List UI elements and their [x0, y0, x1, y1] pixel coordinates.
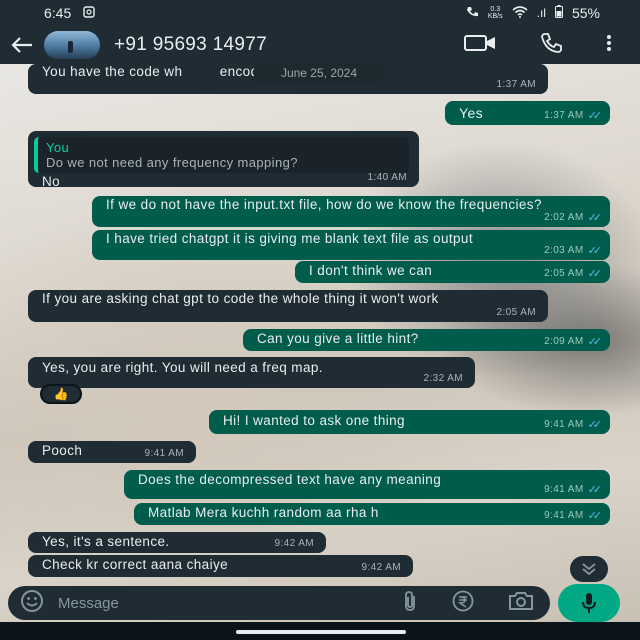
net-speed-unit: KB/s — [487, 13, 503, 20]
battery-percent: 55% — [571, 5, 600, 21]
date-chip: June 25, 2024 — [254, 64, 384, 82]
camera-button[interactable] — [508, 591, 534, 616]
composer-bar — [8, 586, 550, 620]
message-text: Check kr correct aana chaiye — [42, 557, 229, 572]
payment-icon — [452, 590, 474, 611]
message-input[interactable] — [58, 594, 318, 612]
mic-icon — [582, 593, 596, 613]
voice-call-button[interactable] — [540, 32, 562, 59]
message-time: 2:09 AM — [544, 336, 584, 347]
status-time: 6:45 — [44, 5, 72, 21]
home-gesture-handle[interactable] — [236, 630, 406, 634]
read-receipt-icon: ✓✓ — [587, 212, 603, 224]
message-text: If we do not have the input.txt file, ho… — [106, 197, 542, 212]
message-bubble[interactable]: Yes 1:37 AM ✓✓ — [445, 101, 610, 125]
message-time: 2:02 AM — [544, 212, 584, 223]
message-text: Yes, you are right. You will need a freq… — [42, 360, 323, 375]
net-speed: 0.3 KB/s — [488, 6, 503, 20]
more-options-icon — [607, 34, 611, 51]
back-arrow-icon — [11, 37, 32, 53]
double-chevron-down-icon — [582, 563, 596, 576]
more-options-button[interactable] — [606, 34, 612, 57]
message-bubble[interactable]: Pooch 9:41 AM — [28, 441, 196, 463]
message-time: 2:32 AM — [423, 373, 463, 384]
notification-icon — [83, 5, 95, 21]
message-time: 2:03 AM — [544, 245, 584, 256]
message-time: 9:41 AM — [544, 484, 584, 495]
signal-icon: .ıl — [536, 6, 546, 20]
read-receipt-icon: ✓✓ — [587, 484, 603, 496]
message-time: 2:05 AM — [496, 307, 536, 318]
message-time: 9:41 AM — [544, 510, 584, 521]
payment-button[interactable] — [452, 590, 474, 617]
message-text: Does the decompressed text have any mean… — [138, 472, 442, 487]
quoted-text: Do we not need any frequency mapping? — [46, 155, 298, 170]
contact-name[interactable]: +91 95693 14977 — [114, 34, 267, 56]
message-time: 2:05 AM — [544, 268, 584, 279]
video-call-icon — [464, 34, 495, 51]
message-time: 9:41 AM — [544, 419, 584, 430]
chat-header: +91 95693 14977 — [0, 26, 640, 64]
phone-icon — [541, 32, 562, 53]
message-bubble[interactable]: Matlab Mera kuchh random aa rha h 9:41 A… — [134, 503, 610, 525]
message-bubble[interactable]: Yes, you are right. You will need a freq… — [28, 357, 475, 388]
wifi-icon — [512, 5, 528, 21]
message-bubble[interactable]: I don't think we can 2:05 AM ✓✓ — [295, 261, 610, 283]
read-receipt-icon: ✓✓ — [587, 110, 603, 122]
message-bubble[interactable]: If you are asking chat gpt to code the w… — [28, 290, 548, 322]
message-bubble[interactable]: If we do not have the input.txt file, ho… — [92, 196, 610, 227]
message-time: 9:42 AM — [274, 538, 314, 549]
message-bubble[interactable]: Does the decompressed text have any mean… — [124, 470, 610, 499]
message-bubble[interactable]: Check kr correct aana chaiye 9:42 AM — [28, 555, 413, 577]
camera-icon — [509, 591, 533, 610]
read-receipt-icon: ✓✓ — [587, 336, 603, 348]
read-receipt-icon: ✓✓ — [587, 510, 603, 522]
message-bubble[interactable]: I have tried chatgpt it is giving me bla… — [92, 230, 610, 260]
system-nav-bar — [0, 622, 640, 640]
battery-icon — [554, 5, 563, 21]
voice-message-button[interactable] — [558, 584, 620, 622]
read-receipt-icon: ✓✓ — [587, 268, 603, 280]
message-bubble[interactable]: Can you give a little hint? 2:09 AM ✓✓ — [243, 329, 610, 351]
message-bubble[interactable]: Hi! I wanted to ask one thing 9:41 AM ✓✓ — [209, 410, 610, 434]
quoted-message[interactable]: You Do we not need any frequency mapping… — [34, 137, 409, 173]
emoji-button[interactable] — [20, 589, 44, 618]
attach-button[interactable] — [402, 590, 418, 617]
message-text: Matlab Mera kuchh random aa rha h — [148, 505, 379, 520]
thumbs-up-icon: 👍 — [53, 387, 69, 401]
emoji-icon — [21, 589, 43, 612]
message-bubble[interactable]: Yes, it's a sentence. 9:42 AM — [28, 532, 326, 553]
message-text: If you are asking chat gpt to code the w… — [42, 291, 439, 306]
message-time: 9:41 AM — [144, 448, 184, 459]
read-receipt-icon: ✓✓ — [587, 419, 603, 431]
attach-icon — [405, 590, 415, 611]
net-speed-value: 0.3 — [490, 6, 501, 13]
reaction-badge[interactable]: 👍 — [40, 384, 82, 404]
back-button[interactable] — [0, 36, 44, 54]
message-time: 1:40 AM — [367, 172, 407, 183]
message-time: 1:37 AM — [544, 110, 584, 121]
message-text: No — [42, 174, 61, 189]
scroll-to-bottom-button[interactable] — [570, 556, 608, 582]
video-call-button[interactable] — [464, 34, 496, 57]
quoted-author: You — [46, 140, 70, 155]
message-text: I have tried chatgpt it is giving me bla… — [106, 231, 473, 246]
message-bubble[interactable]: You Do we not need any frequency mapping… — [28, 131, 419, 189]
call-forward-icon — [465, 5, 479, 22]
read-receipt-icon: ✓✓ — [587, 245, 603, 257]
message-time: 1:37 AM — [496, 79, 536, 90]
status-bar: 6:45 0.3 KB/s .ıl 55% — [0, 0, 640, 26]
message-time: 9:42 AM — [361, 562, 401, 573]
avatar[interactable] — [44, 31, 100, 59]
